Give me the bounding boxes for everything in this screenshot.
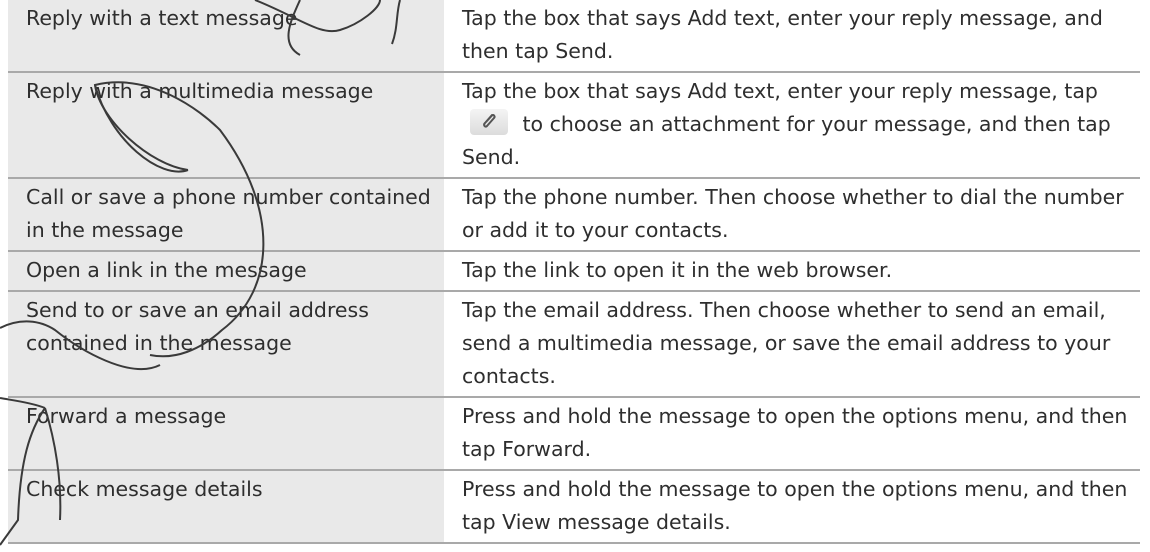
- action-cell: Reply with a text message: [8, 0, 444, 73]
- ui-term: Send: [462, 145, 514, 169]
- table-row: Reply with a multimedia message Tap the b…: [8, 72, 1140, 179]
- description-cell: Tap the box that says Add text, enter yo…: [444, 72, 1140, 179]
- description-cell: Tap the box that says Add text, enter yo…: [444, 0, 1140, 73]
- paperclip-icon: [470, 109, 508, 135]
- description-text: to choose an attachment for your message…: [516, 112, 1111, 136]
- ui-term: View message details: [502, 510, 725, 534]
- table-row: Forward a message Press and hold the mess…: [8, 397, 1140, 471]
- description-cell: Tap the phone number. Then choose whethe…: [444, 178, 1140, 252]
- ui-term: Forward: [502, 437, 585, 461]
- action-cell: Send to or save an email address contain…: [8, 291, 444, 398]
- action-cell: Check message details: [8, 470, 444, 544]
- description-text: Tap the box that says: [462, 6, 688, 30]
- description-cell: Tap the email address. Then choose wheth…: [444, 291, 1140, 398]
- description-text: .: [606, 39, 614, 63]
- table-row: Call or save a phone number contained in…: [8, 178, 1140, 252]
- ui-term: Add text: [687, 6, 775, 30]
- description-cell: Tap the link to open it in the web brows…: [444, 251, 1140, 292]
- action-cell: Open a link in the message: [8, 251, 444, 292]
- ui-term: Add text: [687, 79, 775, 103]
- description-text: Tap the link to open it in the web brows…: [462, 258, 893, 282]
- action-cell: Reply with a multimedia message: [8, 72, 444, 179]
- table-row: Reply with a text message Tap the box tha…: [8, 0, 1140, 73]
- description-text: Tap the phone number. Then choose whethe…: [462, 185, 1124, 242]
- description-cell: Press and hold the message to open the o…: [444, 470, 1140, 544]
- description-cell: Press and hold the message to open the o…: [444, 397, 1140, 471]
- description-text: Tap the box that says: [462, 79, 688, 103]
- table-row: Open a link in the message Tap the link t…: [8, 251, 1140, 292]
- table-row: Check message details Press and hold the …: [8, 470, 1140, 544]
- description-text: .: [513, 145, 521, 169]
- message-actions-rows: Reply with a text message Tap the box tha…: [8, 0, 1140, 544]
- description-text: Tap the email address. Then choose wheth…: [462, 298, 1111, 388]
- description-text: , enter your reply message, tap: [774, 79, 1098, 103]
- action-cell: Call or save a phone number contained in…: [8, 178, 444, 252]
- description-text: .: [724, 510, 731, 534]
- ui-term: Send: [555, 39, 607, 63]
- description-text: .: [584, 437, 592, 461]
- action-cell: Forward a message: [8, 397, 444, 471]
- message-actions-table: Reply with a text message Tap the box tha…: [8, 0, 1140, 544]
- table-row: Send to or save an email address contain…: [8, 291, 1140, 398]
